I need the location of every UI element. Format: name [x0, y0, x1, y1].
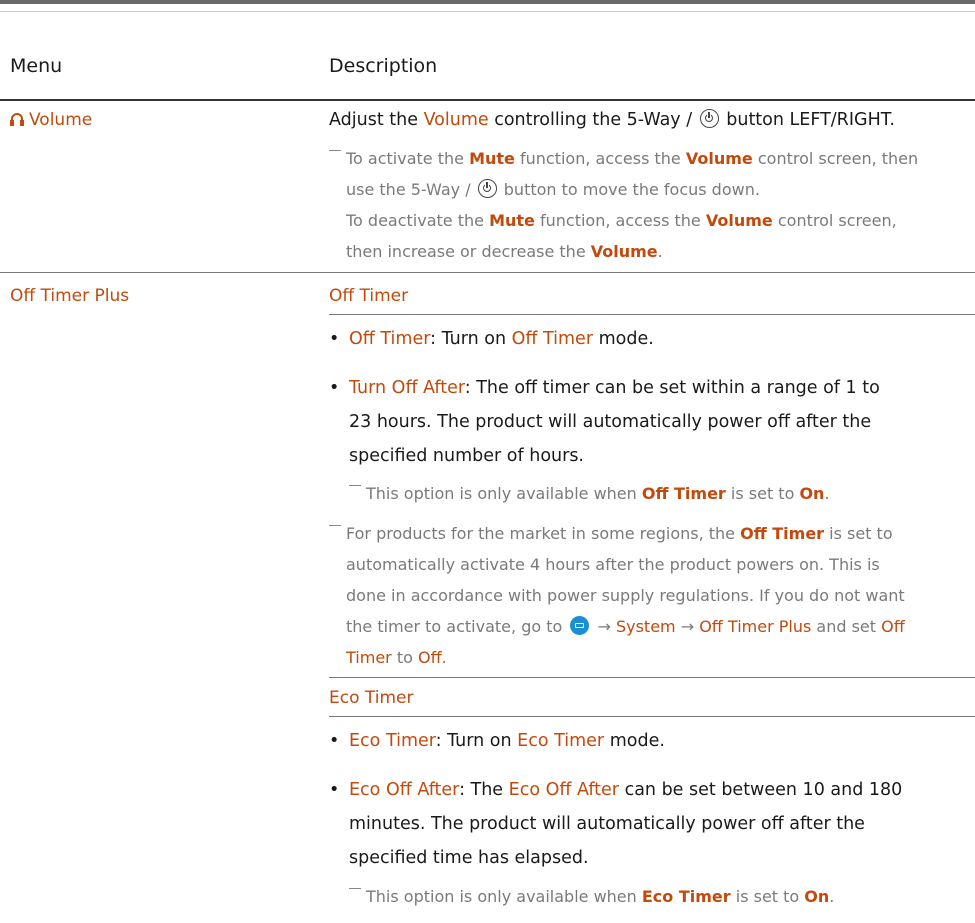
menu-column-header: Menu — [10, 55, 63, 77]
note-dash — [329, 525, 341, 526]
menu-item-off-timer-plus: Off Timer Plus — [10, 286, 130, 306]
eco-timer-subheading: Eco Timer — [329, 688, 414, 708]
eco-timer-option-note: This option is only available when Eco T… — [349, 881, 834, 912]
row-divider — [0, 272, 975, 273]
top-rule — [0, 0, 975, 12]
volume-note-line-1: To activate the Mute function, access th… — [329, 143, 918, 174]
sub-divider — [329, 314, 975, 315]
headphones-icon — [10, 112, 24, 126]
region-note-line-1: For products for the market in some regi… — [329, 518, 893, 549]
sub-divider — [329, 677, 975, 678]
off-timer-option-note: This option is only available when Off T… — [349, 478, 830, 509]
menu-item-volume: Volume — [10, 110, 92, 130]
power-icon — [477, 179, 497, 198]
region-note-line-2: automatically activate 4 hours after the… — [346, 555, 880, 574]
description-column-header: Description — [329, 55, 438, 77]
sub-divider — [329, 716, 975, 717]
volume-note-line-4: then increase or decrease the Volume. — [346, 242, 663, 261]
note-dash — [349, 888, 361, 889]
note-dash — [349, 485, 361, 486]
power-icon — [699, 109, 719, 128]
volume-note-line-2: use the 5-Way / button to move the focus… — [346, 179, 760, 199]
off-timer-subheading: Off Timer — [329, 286, 409, 306]
home-menu-icon — [570, 616, 590, 635]
volume-label: Volume — [29, 110, 93, 130]
volume-note-line-3: To deactivate the Mute function, access … — [346, 211, 897, 230]
region-note-line-5: Timer to Off. — [346, 648, 447, 667]
region-note-line-4: the timer to activate, go to → System → … — [346, 616, 905, 636]
region-note-line-3: done in accordance with power supply reg… — [346, 586, 905, 605]
volume-description: Adjust the Volume controlling the 5-Way … — [329, 109, 895, 130]
header-divider — [0, 99, 975, 101]
note-dash — [329, 150, 341, 151]
